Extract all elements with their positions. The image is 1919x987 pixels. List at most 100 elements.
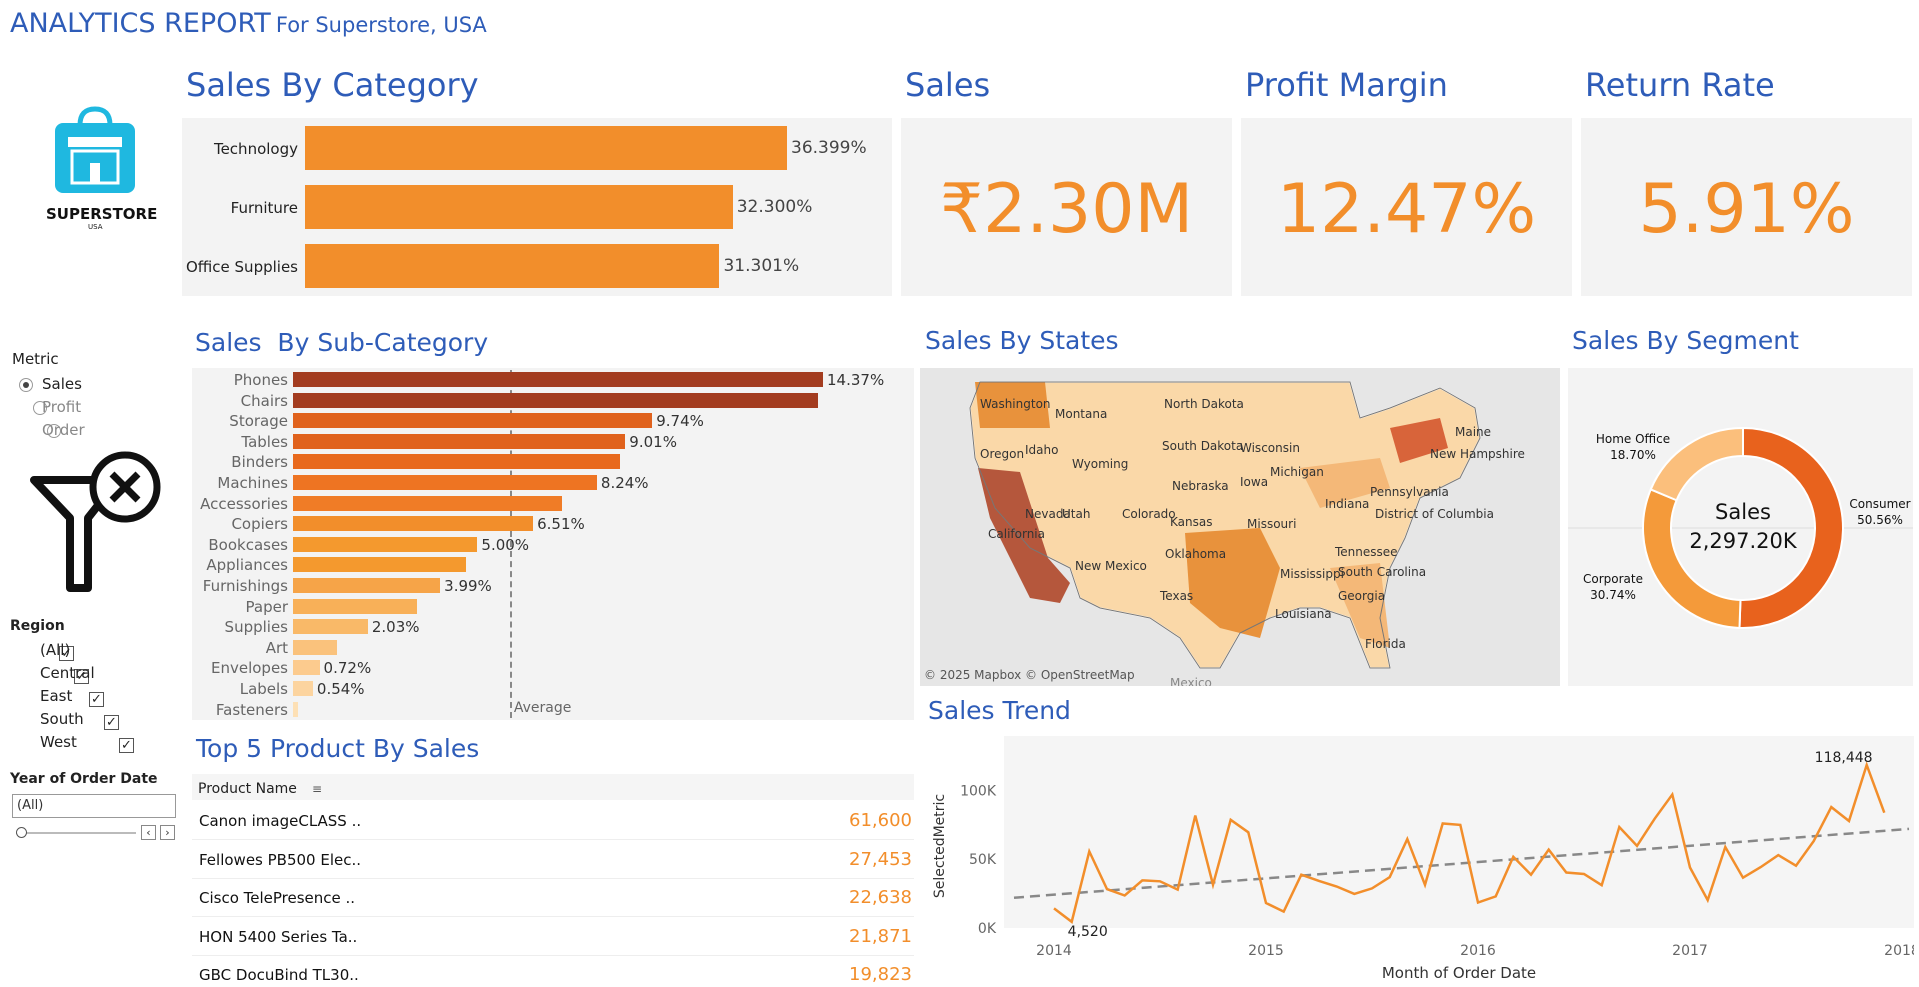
sub-category-bar[interactable] — [293, 454, 621, 470]
region-checkbox[interactable]: ✓ — [119, 738, 134, 753]
sub-category-label: Furnishings — [202, 577, 288, 595]
year-title: Year of Order Date — [10, 771, 158, 787]
year-select-value: (All) — [17, 798, 44, 813]
year-select[interactable]: (All) — [12, 794, 176, 818]
sub-category-value-label: 14.37% — [827, 371, 885, 389]
sub-category-bar[interactable] — [293, 598, 417, 614]
sub-category-bar[interactable] — [293, 372, 823, 387]
sub-category-bar[interactable] — [293, 619, 368, 635]
top5-product-value: 61,600 — [849, 810, 912, 831]
sub-category-bar[interactable] — [293, 433, 626, 449]
trend-xtick: 2015 — [1248, 943, 1284, 959]
region-option-label[interactable]: Central — [40, 664, 95, 682]
year-next-button[interactable]: › — [160, 825, 175, 840]
top5-product-value: 22,638 — [849, 887, 912, 908]
sub-category-title: Sales By Sub-Category — [195, 328, 489, 357]
state-label: New Hampshire — [1430, 447, 1525, 461]
sub-category-bar[interactable] — [293, 681, 313, 696]
logo-sub: USA — [88, 223, 103, 231]
us-map[interactable]: Washington Montana North Dakota Oregon Idaho… — [920, 368, 1560, 686]
trend-ylabel: SelectedMetric — [932, 794, 948, 898]
sub-category-label: Envelopes — [211, 659, 288, 678]
segment-name-label: Corporate — [1583, 572, 1643, 586]
category-bar[interactable] — [305, 244, 720, 288]
sub-category-bar[interactable] — [293, 536, 478, 552]
sort-icon[interactable]: ≡ — [312, 782, 322, 796]
top5-row[interactable]: Cisco TelePresence .. 22,638 — [192, 881, 914, 917]
metric-option-label[interactable]: Order — [42, 421, 85, 439]
state-label: Missouri — [1247, 517, 1296, 531]
segment-donut: Consumer 50.56% Corporate 30.74% Home Office… — [1568, 426, 1913, 629]
sub-category-average-label: Average — [513, 700, 572, 716]
top5-product-name: Canon imageCLASS .. — [199, 812, 362, 830]
sub-category-bar[interactable] — [293, 475, 597, 490]
metric-option-label[interactable]: Sales — [42, 375, 82, 393]
sub-category-value-label: 5.00% — [481, 535, 530, 554]
metric-radio-sales[interactable] — [19, 378, 33, 392]
sub-category-bar[interactable] — [293, 392, 818, 408]
sub-category-label: Labels — [239, 680, 288, 698]
year-slider-handle[interactable] — [16, 827, 27, 838]
sub-category-bar[interactable] — [293, 578, 441, 593]
sub-category-bar[interactable] — [293, 516, 534, 532]
return-rate-kpi-panel: 5.91% — [1581, 118, 1912, 296]
sub-category-bar[interactable] — [293, 413, 653, 429]
category-bar[interactable] — [305, 185, 733, 229]
sub-category-label: Phones — [233, 371, 288, 389]
metric-option-label[interactable]: Profit — [42, 398, 81, 416]
segment-center-value: 2,297.20K — [1689, 529, 1798, 553]
category-value-label: 31.301% — [723, 256, 800, 276]
report-header: ANALYTICS REPORT For Superstore, USA — [10, 8, 487, 39]
segment-center-title: Sales — [1715, 500, 1771, 524]
trend-title: Sales Trend — [928, 696, 1071, 725]
sub-category-value-label: 0.72% — [323, 659, 372, 678]
state-label: Indiana — [1325, 497, 1369, 511]
year-slider[interactable] — [16, 832, 136, 834]
superstore-logo: SUPERSTORE USA — [40, 105, 157, 255]
state-label: District of Columbia — [1375, 507, 1494, 521]
category-label: Office Supplies — [185, 258, 298, 276]
sub-category-label: Machines — [217, 474, 288, 492]
top5-row[interactable]: Canon imageCLASS .. 61,600 — [192, 804, 914, 840]
region-checkbox[interactable]: ✓ — [89, 692, 104, 707]
top5-row[interactable]: Fellowes PB500 Elec.. 27,453 — [192, 843, 914, 879]
trend-ytick: 0K — [978, 921, 997, 937]
top5-row[interactable]: HON 5400 Series Ta.. 21,871 — [192, 920, 914, 956]
trend-ytick: 100K — [960, 783, 997, 799]
sub-category-bar[interactable] — [293, 701, 298, 717]
sub-category-label: Storage — [229, 412, 288, 431]
state-label: Washington — [980, 397, 1051, 411]
top5-row[interactable]: GBC DocuBind TL30.. 19,823 — [192, 958, 914, 987]
clear-filter-icon[interactable] — [28, 450, 168, 600]
map-mexico-label: Mexico — [1170, 676, 1212, 686]
sub-category-label: Fasteners — [215, 700, 288, 719]
trend-chart[interactable]: SelectedMetric Month of Order Date 0K 50K… — [924, 736, 1914, 986]
region-checkbox[interactable]: ✓ — [104, 715, 119, 730]
region-option-label[interactable]: (All) — [40, 641, 70, 659]
segment-pct-label: 50.56% — [1857, 513, 1903, 527]
sales-kpi-panel: ₹2.30M — [901, 118, 1232, 296]
category-bar[interactable] — [305, 126, 787, 170]
category-value-label: 36.399% — [791, 138, 867, 158]
sub-category-value-label: 3.99% — [444, 577, 492, 595]
sub-category-label: Chairs — [240, 391, 288, 410]
sub-category-bar[interactable] — [293, 639, 337, 655]
sales-title: Sales — [905, 66, 991, 104]
year-prev-button[interactable]: ‹ — [141, 825, 156, 840]
sub-category-label: Supplies — [224, 618, 288, 637]
sub-category-value-label: 8.24% — [600, 474, 649, 492]
trend-xtick: 2017 — [1672, 943, 1708, 959]
segment-pct-label: 18.70% — [1610, 448, 1656, 462]
report-subtitle: For Superstore, USA — [275, 13, 487, 37]
sub-category-bar[interactable] — [293, 557, 466, 573]
metric-title: Metric — [12, 350, 59, 368]
top5-product-name: Cisco TelePresence .. — [199, 889, 356, 907]
region-option-label[interactable]: East — [40, 687, 72, 705]
profit-margin-kpi-value: 12.47% — [1276, 170, 1537, 249]
state-label: Michigan — [1270, 465, 1324, 479]
region-option-label[interactable]: South — [40, 710, 84, 728]
sub-category-bar[interactable] — [293, 495, 562, 511]
sub-category-label: Copiers — [231, 515, 288, 534]
region-option-label[interactable]: West — [40, 733, 77, 751]
sub-category-bar[interactable] — [293, 660, 320, 676]
